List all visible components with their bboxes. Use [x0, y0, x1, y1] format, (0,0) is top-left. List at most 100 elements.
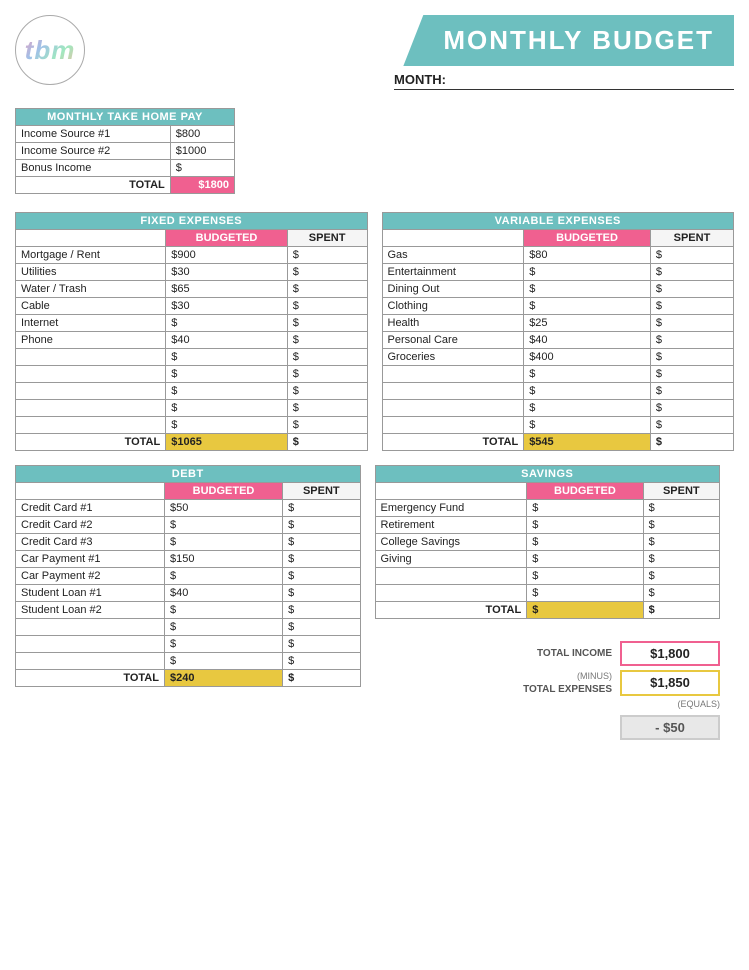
- minus-label: (MINUS): [523, 670, 612, 683]
- page-header: tbm MONTHLY BUDGET MONTH:: [15, 15, 734, 90]
- debt-total-budgeted: $240: [164, 670, 282, 687]
- fixed-row-2: Water / Trash$65$: [16, 281, 368, 298]
- savings-budgeted-col-header: BUDGETED: [527, 483, 643, 500]
- total-expenses-label: TOTAL EXPENSES: [523, 683, 612, 696]
- summary-section: TOTAL INCOME $1,800 (MINUS) TOTAL EXPENS…: [375, 641, 721, 740]
- fixed-total-row: TOTAL $1065 $: [16, 434, 368, 451]
- fixed-row-5: Phone$40$: [16, 332, 368, 349]
- debt-row-3: Car Payment #1$150$: [16, 551, 361, 568]
- income-source-1-label: Income Source #1: [16, 126, 171, 143]
- fixed-total-label: TOTAL: [16, 434, 166, 451]
- fixed-expenses-table: FIXED EXPENSES BUDGETED SPENT Mortgage /…: [15, 212, 368, 451]
- fixed-spent-col-header: SPENT: [287, 230, 367, 247]
- take-home-total-row: TOTAL $1800: [16, 177, 235, 194]
- fixed-total-spent: $: [287, 434, 367, 451]
- variable-expenses-table: VARIABLE EXPENSES BUDGETED SPENT Gas$80$…: [382, 212, 735, 451]
- fixed-row-8: $$: [16, 383, 368, 400]
- savings-total-label: TOTAL: [375, 602, 527, 619]
- debt-row-1: Credit Card #2$$: [16, 517, 361, 534]
- fixed-row-1: Utilities$30$: [16, 264, 368, 281]
- savings-total-spent: $: [643, 602, 719, 619]
- result-value: - $50: [620, 715, 720, 740]
- debt-row-2: Credit Card #3$$: [16, 534, 361, 551]
- savings-total-budgeted: $: [527, 602, 643, 619]
- variable-row-7: $$: [382, 366, 734, 383]
- income-row-1: Income Source #1 $800: [16, 126, 235, 143]
- variable-row-9: $$: [382, 400, 734, 417]
- variable-row-0: Gas$80$: [382, 247, 734, 264]
- variable-row-8: $$: [382, 383, 734, 400]
- variable-total-row: TOTAL $545 $: [382, 434, 734, 451]
- fixed-budgeted-col-header: BUDGETED: [166, 230, 288, 247]
- variable-row-4: Health$25$: [382, 315, 734, 332]
- debt-label-col: [16, 483, 165, 500]
- debt-row-6: Student Loan #2$$: [16, 602, 361, 619]
- income-row-2: Income Source #2 $1000: [16, 143, 235, 160]
- debt-total-label: TOTAL: [16, 670, 165, 687]
- savings-row-2: College Savings$$: [375, 534, 720, 551]
- debt-row-9: $$: [16, 653, 361, 670]
- fixed-row-4: Internet$$: [16, 315, 368, 332]
- debt-savings-section: DEBT BUDGETED SPENT Credit Card #1$50$ C…: [15, 465, 734, 740]
- variable-total-label: TOTAL: [382, 434, 524, 451]
- take-home-header: MONTHLY TAKE HOME PAY: [16, 109, 235, 126]
- savings-header: SAVINGS: [375, 466, 720, 483]
- bonus-income-label: Bonus Income: [16, 160, 171, 177]
- debt-budgeted-col-header: BUDGETED: [164, 483, 282, 500]
- total-income-row: TOTAL INCOME $1,800: [375, 641, 721, 666]
- variable-spent-col-header: SPENT: [650, 230, 733, 247]
- variable-row-2: Dining Out$$: [382, 281, 734, 298]
- debt-row-7: $$: [16, 619, 361, 636]
- take-home-total-value: $1800: [170, 177, 234, 194]
- savings-row-1: Retirement$$: [375, 517, 720, 534]
- variable-total-spent: $: [650, 434, 733, 451]
- debt-table: DEBT BUDGETED SPENT Credit Card #1$50$ C…: [15, 465, 361, 740]
- savings-row-0: Emergency Fund$$: [375, 500, 720, 517]
- income-source-1-value: $800: [170, 126, 234, 143]
- fixed-expenses-header: FIXED EXPENSES: [16, 213, 368, 230]
- fixed-row-9: $$: [16, 400, 368, 417]
- debt-total-spent: $: [283, 670, 360, 687]
- variable-row-10: $$: [382, 417, 734, 434]
- variable-budgeted-col-header: BUDGETED: [524, 230, 651, 247]
- savings-row-4: $$: [375, 568, 720, 585]
- bonus-income-row: Bonus Income $: [16, 160, 235, 177]
- variable-row-6: Groceries$400$: [382, 349, 734, 366]
- result-row: - $50: [375, 715, 721, 740]
- bonus-income-value: $: [170, 160, 234, 177]
- fixed-row-7: $$: [16, 366, 368, 383]
- debt-row-5: Student Loan #1$40$: [16, 585, 361, 602]
- savings-row-3: Giving$$: [375, 551, 720, 568]
- title-block: MONTHLY BUDGET MONTH:: [394, 15, 734, 90]
- variable-expenses-header: VARIABLE EXPENSES: [382, 213, 734, 230]
- debt-header: DEBT: [16, 466, 361, 483]
- total-income-label: TOTAL INCOME: [537, 647, 612, 660]
- variable-row-5: Personal Care$40$: [382, 332, 734, 349]
- fixed-total-budgeted: $1065: [166, 434, 288, 451]
- month-line: MONTH:: [394, 72, 734, 90]
- fixed-row-0: Mortgage / Rent$900$: [16, 247, 368, 264]
- variable-row-3: Clothing$$: [382, 298, 734, 315]
- total-income-value: $1,800: [620, 641, 720, 666]
- month-label: MONTH:: [394, 72, 446, 87]
- expenses-section: FIXED EXPENSES BUDGETED SPENT Mortgage /…: [15, 212, 734, 451]
- savings-spent-col-header: SPENT: [643, 483, 719, 500]
- debt-row-8: $$: [16, 636, 361, 653]
- variable-total-budgeted: $545: [524, 434, 651, 451]
- variable-label-col: [382, 230, 524, 247]
- take-home-table: MONTHLY TAKE HOME PAY Income Source #1 $…: [15, 108, 235, 194]
- debt-row-4: Car Payment #2$$: [16, 568, 361, 585]
- fixed-row-3: Cable$30$: [16, 298, 368, 315]
- logo: tbm: [15, 15, 85, 85]
- savings-row-5: $$: [375, 585, 720, 602]
- debt-total-row: TOTAL $240 $: [16, 670, 361, 687]
- savings-total-row: TOTAL $ $: [375, 602, 720, 619]
- take-home-total-label: TOTAL: [16, 177, 171, 194]
- equals-row: (EQUALS): [375, 698, 721, 711]
- income-source-2-label: Income Source #2: [16, 143, 171, 160]
- debt-spent-col-header: SPENT: [283, 483, 360, 500]
- fixed-row-6: $$: [16, 349, 368, 366]
- debt-row-0: Credit Card #1$50$: [16, 500, 361, 517]
- fixed-label-col: [16, 230, 166, 247]
- page-title: MONTHLY BUDGET: [403, 15, 734, 66]
